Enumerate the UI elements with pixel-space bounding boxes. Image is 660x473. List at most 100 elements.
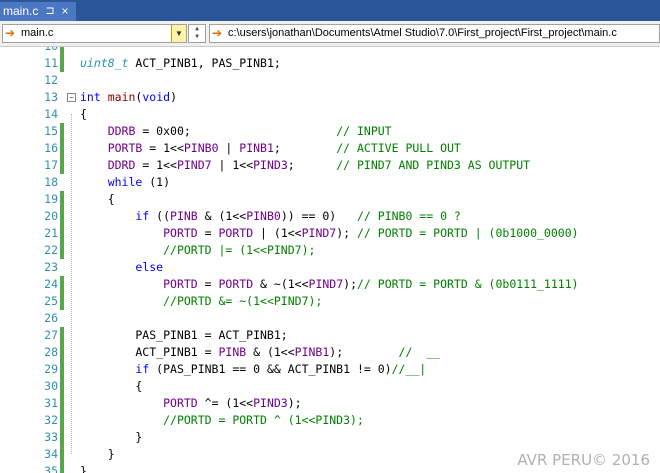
code-text: DDRD = 1<<PIND7 | 1<<PIND3; // PIND7 AND… [107, 158, 531, 172]
code-text: //PORTD &= ~(1<<PIND7); [163, 294, 323, 308]
line-number: 24 [44, 277, 58, 291]
line-number: 31 [44, 396, 58, 410]
code-line[interactable]: 25 //PORTD &= ~(1<<PIND7); [0, 293, 660, 310]
code-line[interactable]: 19 { [0, 191, 660, 208]
code-line[interactable]: 31 PORTD ^= (1<<PIND3); [0, 395, 660, 412]
change-marker [60, 378, 64, 395]
change-marker [60, 327, 64, 344]
code-line[interactable]: 16 PORTB = 1<<PINB0 | PINB1; // ACTIVE P… [0, 140, 660, 157]
code-line[interactable]: 26 [0, 310, 660, 327]
file-scope-dropdown[interactable]: ➔ main.c ▼ [2, 24, 187, 43]
code-line[interactable]: 15 DDRB = 0x00; // INPUT [0, 123, 660, 140]
code-line[interactable]: 11 uint8_t ACT_PINB1, PAS_PINB1; [0, 55, 660, 72]
line-number: 28 [44, 345, 58, 359]
line-number: 12 [44, 73, 58, 87]
line-number: 35 [44, 464, 58, 473]
code-line[interactable]: 13− int main(void) [0, 89, 660, 106]
file-path-dropdown[interactable]: ➔ c:\users\jonathan\Documents\Atmel Stud… [209, 24, 660, 43]
code-line[interactable]: 28 ACT_PINB1 = PINB & (1<<PINB1); // __ [0, 344, 660, 361]
code-line[interactable]: 29 if (PAS_PINB1 == 0 && ACT_PINB1 != 0)… [0, 361, 660, 378]
code-text: PORTD = PORTD | (1<<PIND7); // PORTD = P… [163, 226, 579, 240]
code-text: while (1) [107, 175, 171, 189]
code-text: PORTD = PORTD & ~(1<<PIND7);// PORTD = P… [163, 277, 579, 291]
line-number: 26 [44, 311, 58, 325]
code-line[interactable]: 32 //PORTD = PORTD ^ (1<<PIND3); [0, 412, 660, 429]
code-text: //PORTD = PORTD ^ (1<<PIND3); [163, 413, 364, 427]
code-text: { [80, 192, 115, 206]
line-number: 27 [44, 328, 58, 342]
change-marker [60, 412, 64, 429]
change-marker [60, 344, 64, 361]
line-number: 34 [44, 447, 58, 461]
code-text: if (PAS_PINB1 == 0 && ACT_PINB1 != 0)//_… [135, 362, 427, 376]
pin-icon[interactable]: ⊐ [43, 2, 57, 21]
code-editor[interactable]: 1011 uint8_t ACT_PINB1, PAS_PINB1; 12 13−in… [0, 47, 660, 473]
change-marker [60, 463, 64, 473]
code-text: } [80, 464, 87, 473]
change-marker [60, 225, 64, 242]
line-number: 32 [44, 413, 58, 427]
code-text: { [80, 107, 87, 121]
line-number: 25 [44, 294, 58, 308]
change-marker [60, 47, 64, 55]
code-line[interactable]: 14 { [0, 106, 660, 123]
code-text: //PORTD |= (1<<PIND7); [163, 243, 316, 257]
change-marker [60, 242, 64, 259]
change-marker [60, 361, 64, 378]
line-number: 13 [44, 90, 58, 104]
line-number: 20 [44, 209, 58, 223]
code-line[interactable]: 10 [0, 47, 660, 55]
split-spinner[interactable]: ▲ ▼ [188, 24, 206, 43]
close-icon[interactable]: × [58, 2, 72, 21]
code-line[interactable]: 22 //PORTD |= (1<<PIND7); [0, 242, 660, 259]
code-text: uint8_t ACT_PINB1, PAS_PINB1; [80, 56, 281, 70]
file-scope-value: main.c [21, 27, 54, 39]
line-number: 30 [44, 379, 58, 393]
line-number: 29 [44, 362, 58, 376]
code-line[interactable]: 27 PAS_PINB1 = ACT_PINB1; [0, 327, 660, 344]
code-line[interactable]: 21 PORTD = PORTD | (1<<PIND7); // PORTD … [0, 225, 660, 242]
line-number: 16 [44, 141, 58, 155]
line-number: 10 [18, 47, 58, 55]
change-marker [60, 157, 64, 174]
code-text: } [80, 447, 115, 461]
code-text: DDRB = 0x00; // INPUT [107, 124, 392, 138]
line-number: 19 [44, 192, 58, 206]
code-line[interactable]: 33 } [0, 429, 660, 446]
line-number: 23 [44, 260, 58, 274]
document-tab-strip: main.c ⊐ × [0, 0, 660, 21]
code-line[interactable]: 20 if ((PINB & (1<<PINB0)) == 0) // PINB… [0, 208, 660, 225]
collapse-icon[interactable]: − [67, 93, 76, 102]
arrow-right-icon: ➔ [212, 26, 223, 40]
change-marker [60, 395, 64, 412]
code-text: if ((PINB & (1<<PINB0)) == 0) // PINB0 =… [135, 209, 461, 223]
line-number: 21 [44, 226, 58, 240]
code-line[interactable]: 23 else [0, 259, 660, 276]
code-text: PAS_PINB1 = ACT_PINB1; [80, 328, 288, 342]
code-line[interactable]: 12 [0, 72, 660, 89]
tab-main-c[interactable]: main.c ⊐ × [0, 2, 76, 21]
change-marker [60, 276, 64, 293]
change-marker [60, 293, 64, 310]
code-text: { [80, 379, 143, 393]
code-text: PORTB = 1<<PINB0 | PINB1; // ACTIVE PULL… [107, 141, 461, 155]
code-text: ACT_PINB1 = PINB & (1<<PINB1); // __ [80, 345, 441, 359]
code-line[interactable]: 24 PORTD = PORTD & ~(1<<PIND7);// PORTD … [0, 276, 660, 293]
change-marker [60, 208, 64, 225]
code-line[interactable]: 18 while (1) [0, 174, 660, 191]
line-number: 14 [44, 107, 58, 121]
navigation-bar: ➔ main.c ▼ ▲ ▼ ➔ c:\users\jonathan\Docume… [0, 21, 660, 47]
code-text: } [80, 430, 143, 444]
code-text: int main(void) [80, 90, 177, 104]
chevron-down-icon[interactable]: ▼ [171, 25, 186, 42]
code-line[interactable]: 17 DDRD = 1<<PIND7 | 1<<PIND3; // PIND7 … [0, 157, 660, 174]
tab-label: main.c [3, 4, 39, 18]
change-marker [60, 429, 64, 446]
code-line[interactable]: 30 { [0, 378, 660, 395]
change-marker [60, 446, 64, 463]
line-number: 15 [44, 124, 58, 138]
code-text: PORTD ^= (1<<PIND3); [163, 396, 302, 410]
line-number: 17 [44, 158, 58, 172]
file-path-value: c:\users\jonathan\Documents\Atmel Studio… [228, 27, 617, 39]
line-number: 18 [44, 175, 58, 189]
